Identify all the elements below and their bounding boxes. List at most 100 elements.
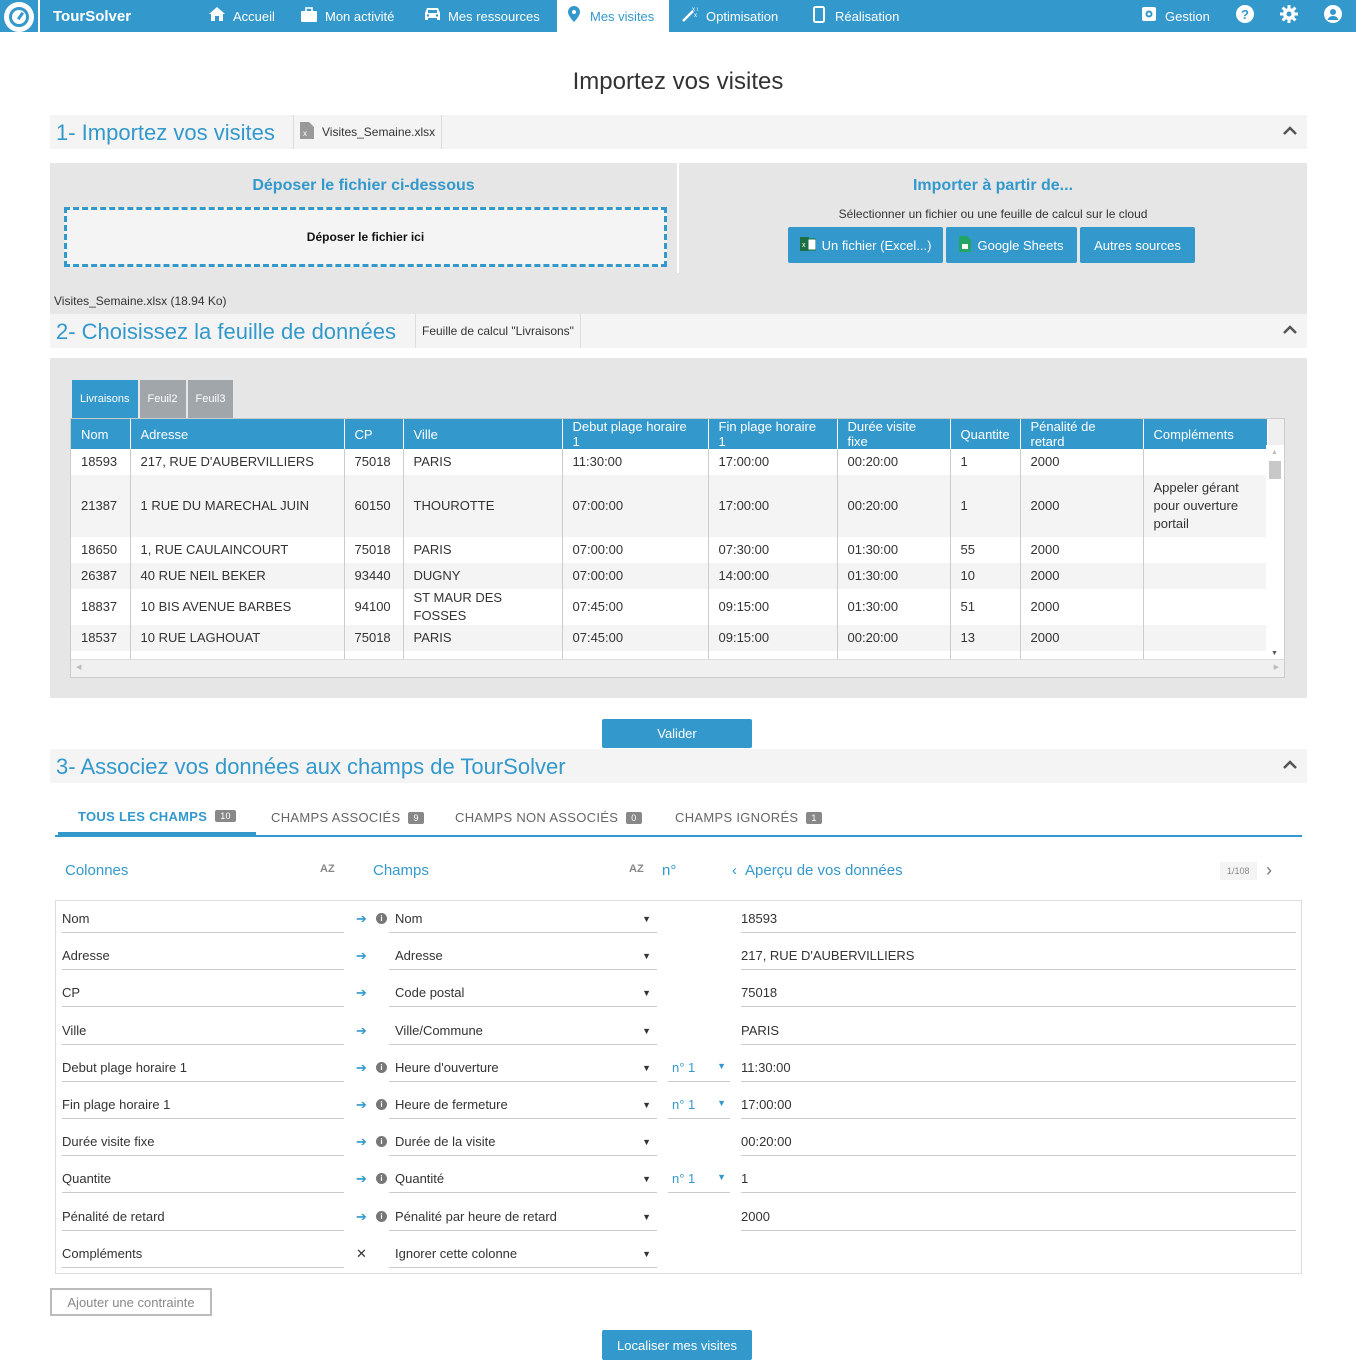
- table-cell: [1143, 563, 1268, 589]
- source-column-name: Fin plage horaire 1: [62, 1095, 344, 1119]
- column-header[interactable]: Adresse: [130, 419, 345, 449]
- table-cell: 2000: [1020, 589, 1144, 625]
- column-header[interactable]: Nom: [71, 419, 131, 449]
- preview-prev-icon[interactable]: ‹: [732, 862, 737, 879]
- nav-mon-activite[interactable]: Mon activité: [292, 0, 402, 32]
- nav-realisation[interactable]: Réalisation: [802, 0, 907, 32]
- preview-next-icon[interactable]: ›: [1266, 860, 1272, 881]
- info-icon[interactable]: i: [376, 1136, 387, 1148]
- sheet-tab-livraisons[interactable]: Livraisons: [72, 380, 138, 418]
- table-cell: 94100: [344, 589, 404, 625]
- tab-unassociated-fields[interactable]: CHAMPS NON ASSOCIÉS 0: [455, 800, 642, 835]
- sheet-tab-feuil3[interactable]: Feuil3: [187, 380, 234, 418]
- field-select[interactable]: Code postal ▼: [389, 983, 657, 1008]
- validate-button[interactable]: Valider: [602, 719, 752, 748]
- info-icon[interactable]: i: [376, 1173, 387, 1185]
- source-column-name: Quantite: [62, 1169, 344, 1194]
- tab-label: TOUS LES CHAMPS: [78, 808, 208, 824]
- field-select[interactable]: Ignorer cette colonne ▼: [389, 1244, 657, 1268]
- nav-accueil[interactable]: Accueil: [200, 0, 283, 32]
- table-cell: 01:30:00: [837, 589, 951, 625]
- field-select[interactable]: Heure de fermeture ▼: [389, 1095, 657, 1119]
- sort-columns-az-icon[interactable]: AZ: [320, 863, 335, 875]
- column-header[interactable]: Ville: [403, 419, 563, 449]
- scrollbar-thumb[interactable]: [1269, 461, 1281, 479]
- table-cell: 18537: [71, 625, 131, 651]
- vertical-scrollbar[interactable]: ▲ ▼: [1266, 445, 1284, 659]
- import-google-sheets-button[interactable]: Google Sheets: [946, 227, 1077, 263]
- tab-associated-fields[interactable]: CHAMPS ASSOCIÉS 9: [271, 800, 424, 835]
- column-header[interactable]: Durée visite fixe: [837, 419, 951, 449]
- collapse-chevron-icon[interactable]: [1283, 323, 1297, 337]
- field-select-value: Nom: [395, 911, 423, 926]
- field-select[interactable]: Durée de la visite ▼: [389, 1132, 657, 1157]
- table-cell: [1143, 625, 1268, 651]
- magic-wand-icon: x xx: [681, 6, 700, 26]
- column-header[interactable]: CP: [344, 419, 404, 449]
- sheet-tab-feuil2[interactable]: Feuil2: [139, 380, 186, 418]
- file-dropzone[interactable]: Déposer le fichier ici: [64, 207, 667, 267]
- help-button[interactable]: ?: [1228, 0, 1262, 32]
- info-icon[interactable]: i: [376, 913, 387, 924]
- number-select[interactable]: n° 1 ▼: [668, 1171, 730, 1194]
- import-excel-label: Un fichier (Excel...): [821, 237, 932, 253]
- number-select[interactable]: n° 1 ▼: [668, 1060, 730, 1082]
- nav-optimisation[interactable]: x xx Optimisation: [673, 0, 786, 32]
- field-select[interactable]: Pénalité par heure de retard ▼: [389, 1207, 657, 1231]
- info-icon[interactable]: i: [376, 1210, 387, 1222]
- add-constraint-button[interactable]: Ajouter une contrainte: [50, 1288, 212, 1316]
- nav-gestion[interactable]: Gestion: [1132, 0, 1218, 32]
- chevron-down-icon: ▼: [642, 951, 651, 962]
- account-button[interactable]: [1316, 0, 1350, 32]
- field-select[interactable]: Adresse ▼: [389, 946, 657, 971]
- chevron-down-icon: ▼: [642, 914, 651, 924]
- sheet-tabs: Livraisons Feuil2 Feuil3: [72, 380, 234, 418]
- section3-header[interactable]: 3- Associez vos données aux champs de To…: [50, 749, 1307, 783]
- nav-label: Accueil: [233, 8, 275, 24]
- brand-name[interactable]: TourSolver: [53, 8, 131, 25]
- info-icon[interactable]: i: [376, 1099, 387, 1110]
- source-column-name: Debut plage horaire 1: [62, 1058, 344, 1082]
- info-icon[interactable]: i: [376, 1061, 387, 1073]
- table-cell: 1 RUE DU MARECHAL JUIN: [130, 475, 345, 537]
- column-header[interactable]: Compléments: [1143, 419, 1268, 449]
- columns-header: Colonnes: [65, 862, 129, 879]
- source-column-name: Nom: [62, 909, 344, 933]
- settings-button[interactable]: [1272, 0, 1306, 32]
- data-table: Nom Adresse CP Ville Debut plage horaire 1 Fi…: [71, 419, 1268, 677]
- tab-count-badge: 1: [806, 811, 822, 824]
- column-header[interactable]: Quantite: [950, 419, 1021, 449]
- field-select[interactable]: Nom ▼: [389, 909, 657, 933]
- locate-visits-button[interactable]: Localiser mes visites: [602, 1330, 752, 1360]
- nav-mes-ressources[interactable]: Mes ressources: [415, 0, 548, 32]
- chevron-down-icon: ▼: [642, 1211, 651, 1222]
- horizontal-scrollbar[interactable]: ◀ ▶: [71, 659, 1284, 677]
- collapse-chevron-icon[interactable]: [1283, 758, 1297, 772]
- number-select[interactable]: n° 1 ▼: [668, 1097, 730, 1119]
- section2-header[interactable]: 2- Choisissez la feuille de données Feui…: [50, 314, 1307, 348]
- column-header[interactable]: Fin plage horaire 1: [708, 419, 838, 449]
- arrow-right-icon: ➔: [356, 1171, 367, 1187]
- import-other-sources-button[interactable]: Autres sources: [1080, 227, 1195, 263]
- import-excel-button[interactable]: x Un fichier (Excel...): [788, 227, 943, 263]
- toursolver-logo-icon[interactable]: [4, 2, 34, 32]
- collapse-chevron-icon[interactable]: [1283, 124, 1297, 138]
- table-cell: 07:30:00: [708, 537, 838, 563]
- column-header[interactable]: Debut plage horaire 1: [562, 419, 709, 449]
- sort-fields-az-icon[interactable]: AZ: [629, 863, 644, 875]
- logo-divider: [38, 0, 40, 32]
- tab-ignored-fields[interactable]: CHAMPS IGNORÉS 1: [675, 800, 822, 835]
- nav-mes-visites[interactable]: Mes visites: [557, 0, 669, 32]
- table-cell: 01:30:00: [837, 537, 951, 563]
- tab-label: CHAMPS IGNORÉS: [675, 810, 799, 825]
- tab-all-fields[interactable]: TOUS LES CHAMPS 10: [58, 800, 256, 835]
- mapping-row: Nom ➔ i Nom ▼ 18593: [56, 905, 1301, 942]
- field-select[interactable]: Ville/Commune ▼: [389, 1021, 657, 1045]
- field-select[interactable]: Heure d'ouverture ▼: [389, 1058, 657, 1082]
- table-cell: 11:30:00: [562, 449, 709, 475]
- section1-header[interactable]: 1- Importez vos visites x Visites_Semain…: [50, 115, 1307, 149]
- chevron-down-icon: ▼: [717, 1098, 726, 1108]
- preview-header: ‹ Aperçu de vos données: [732, 862, 903, 879]
- column-header[interactable]: Pénalité de retard: [1020, 419, 1144, 449]
- field-select[interactable]: Quantité ▼: [389, 1169, 657, 1194]
